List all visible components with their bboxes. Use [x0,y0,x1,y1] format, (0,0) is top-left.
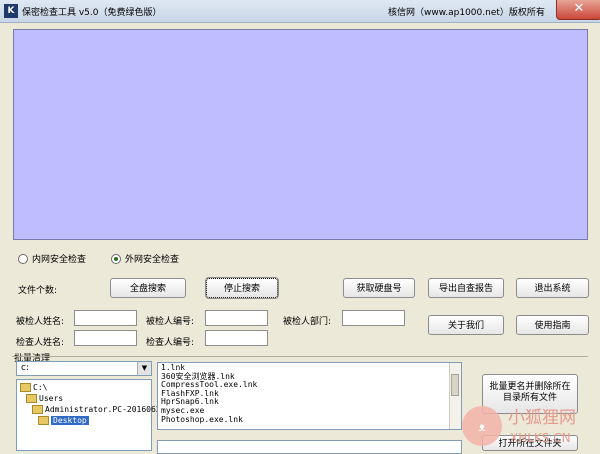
app-icon: K [4,4,18,18]
guide-button[interactable]: 使用指南 [516,315,589,335]
radio-dot-selected[interactable] [111,253,121,264]
exit-button[interactable]: 退出系统 [516,278,589,298]
inspector-id-label: 检查人编号: [146,338,195,348]
tree-node[interactable]: Administrator.PC-20160621 [32,405,165,414]
file-count-label: 文件个数: [18,286,58,296]
export-report-button[interactable]: 导出自查报告 [428,278,504,298]
inspected-dept-input[interactable] [342,310,405,326]
stop-scan-button[interactable]: 停止搜索 [205,277,279,299]
folder-icon [20,383,31,392]
list-item[interactable]: Photoshop.exe.lnk [161,415,458,425]
inspected-name-label: 被检人姓名: [16,317,65,327]
watermark-logo: ᴥ 小狐狸网 XHLKS.CN [458,400,598,451]
close-button[interactable]: ✕ [556,0,600,20]
watermark-cn: 小狐狸网 [508,408,576,428]
folder-tree[interactable]: C:\ Users Administrator.PC-20160621 Desk… [16,379,165,451]
inspected-id-input[interactable] [205,310,268,326]
get-disk-number-button[interactable]: 获取硬盘号 [343,278,415,298]
svg-text:ᴥ: ᴥ [478,420,486,434]
inspected-name-input[interactable] [74,310,137,326]
window-title: 保密检查工具 v5.0（免费绿色版） [22,8,162,18]
inspector-id-input[interactable] [205,330,268,346]
list-item[interactable]: HprSnap6.lnk [161,398,458,407]
inspector-name-label: 检查人姓名: [16,338,65,348]
tree-node[interactable]: Users [26,394,63,403]
scrollbar-thumb[interactable] [451,374,459,396]
copyright-text: 核信网（www.ap1000.net）版权所有 [388,8,545,18]
chevron-down-icon[interactable]: ▼ [137,362,151,375]
full-scan-button[interactable]: 全盘搜索 [110,278,186,298]
inspected-id-label: 被检人编号: [146,317,195,327]
radio-label: 外网安全检查 [125,255,180,265]
about-button[interactable]: 关于我们 [428,315,504,335]
group-divider [12,356,588,357]
file-list[interactable]: 1.lnk 360安全浏览器.lnk CompressTool.exe.lnk … [157,362,462,430]
results-display-area [13,29,588,240]
file-list-lower[interactable] [157,440,462,454]
watermark-en: XHLKS.CN [510,431,571,445]
tree-node-selected[interactable]: Desktop [38,416,89,425]
folder-icon [38,416,49,425]
drive-select[interactable]: c: ▼ [16,361,152,376]
folder-icon [32,405,43,414]
tree-node[interactable]: C:\ [20,383,47,392]
button-label-line1: 批量更名并删除所在 [489,382,571,392]
inspected-dept-label: 被检人部门: [283,317,332,327]
radio-internet-check[interactable]: 外网安全检查 [111,252,179,265]
folder-icon [26,394,37,403]
radio-label: 内网安全检查 [32,255,87,265]
radio-intranet-check[interactable]: 内网安全检查 [18,252,86,265]
inspector-name-input[interactable] [74,330,137,346]
title-bar: K 保密检查工具 v5.0（免费绿色版） 核信网（www.ap1000.net）… [0,0,600,23]
drive-value: c: [21,363,29,373]
radio-dot[interactable] [18,253,28,264]
